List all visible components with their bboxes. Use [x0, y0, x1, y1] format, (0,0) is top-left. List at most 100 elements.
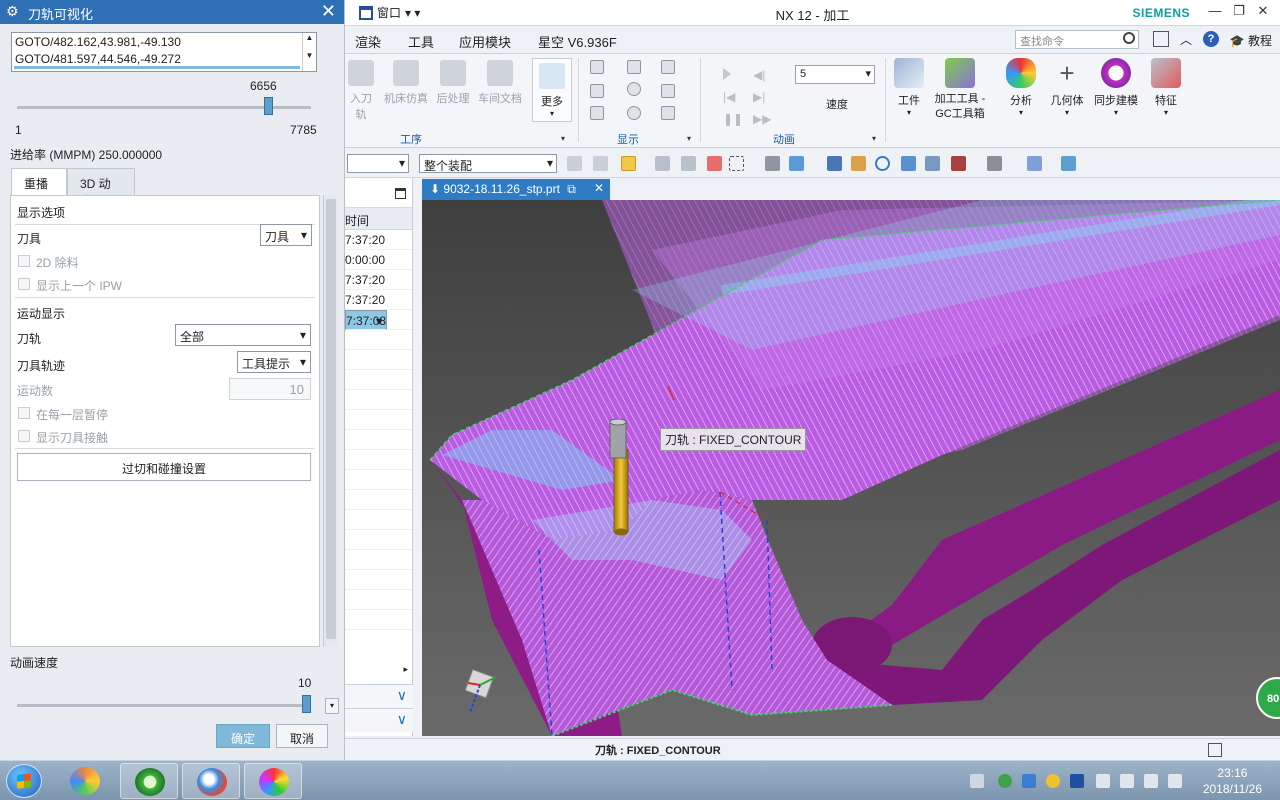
start-button[interactable] — [6, 764, 42, 798]
cube-icon[interactable] — [1027, 156, 1042, 171]
graphics-viewport[interactable]: 80 刀轨 : FIXED_CONTOUR — [422, 200, 1280, 736]
minimize-button[interactable]: — — [1204, 3, 1226, 21]
line-icon[interactable] — [661, 106, 675, 120]
tool-display-select[interactable]: 刀具 — [260, 224, 312, 246]
taskbar-app-paint[interactable] — [244, 763, 302, 799]
menu-tools[interactable]: 工具 — [408, 32, 434, 51]
path-display-select[interactable]: 全部 — [175, 324, 311, 346]
command-search-input[interactable]: 查找命令 — [1015, 30, 1139, 49]
playback-slider-thumb[interactable] — [264, 97, 274, 115]
chevron-down-icon[interactable]: ▾ — [325, 698, 339, 714]
list-scrollbar[interactable]: ▲ ▼ — [302, 33, 316, 71]
window-layout-icon[interactable] — [1153, 31, 1169, 47]
ok-button[interactable]: 确定 — [216, 724, 270, 748]
accordion-panel-1[interactable]: ∨ — [345, 684, 413, 708]
checkbox-2d-removal[interactable] — [18, 255, 30, 267]
type-filter-select[interactable] — [347, 154, 409, 173]
power-icon[interactable] — [1168, 774, 1182, 788]
point-icon[interactable] — [627, 106, 641, 120]
list-item[interactable]: GOTO/482.162,43.981,-49.130 — [12, 33, 316, 50]
rotate-icon[interactable] — [875, 156, 890, 171]
close-window-button[interactable]: ✕ — [1252, 3, 1274, 21]
snap-icon[interactable] — [707, 156, 722, 171]
accordion-panel-2[interactable]: ∨ — [345, 708, 413, 732]
machine-sim-button[interactable]: 机床仿真 — [381, 60, 431, 106]
volume-icon[interactable] — [1144, 774, 1158, 788]
checkbox-show-contact[interactable] — [18, 430, 30, 442]
tray-app-icon[interactable] — [998, 774, 1012, 788]
workpiece-button[interactable]: 工件 ▾ — [891, 58, 927, 117]
column-time-header[interactable]: 时间 — [345, 208, 412, 230]
feature-button[interactable]: 特征 ▾ — [1146, 58, 1186, 117]
selection-icon[interactable] — [593, 156, 608, 171]
analysis-button[interactable]: 分析 ▾ — [1001, 58, 1041, 117]
pause-icon[interactable]: ❚❚ — [723, 112, 743, 126]
play-icon[interactable] — [723, 68, 731, 80]
snap-icon[interactable] — [681, 156, 696, 171]
taskbar-app-ie[interactable] — [120, 763, 178, 799]
tool-trace-select[interactable]: 工具提示 — [237, 351, 311, 373]
scroll-right-icon[interactable]: ▸ — [403, 664, 408, 675]
maximize-icon[interactable] — [395, 188, 406, 199]
display-icon[interactable] — [661, 60, 675, 74]
table-row-selected[interactable]: 7:37:08 — [345, 310, 388, 330]
cancel-button[interactable]: 取消 — [276, 724, 328, 748]
gear-icon[interactable]: ⚙ — [6, 3, 19, 20]
menu-render[interactable]: 渲染 — [355, 32, 381, 51]
bluetooth-icon[interactable] — [1070, 774, 1084, 788]
curve-icon[interactable] — [627, 82, 641, 96]
sync-modeling-button[interactable]: 同步建模 ▾ — [1090, 58, 1142, 117]
keyboard-icon[interactable] — [970, 774, 984, 788]
checkbox-pause-each-layer[interactable] — [18, 407, 30, 419]
tab-replay[interactable]: 重播 — [11, 168, 67, 196]
filter-icon[interactable] — [661, 84, 675, 98]
cube-icon[interactable] — [789, 156, 804, 171]
window-icon[interactable] — [1208, 743, 1222, 757]
checkbox-prev-ipw[interactable] — [18, 278, 30, 290]
shield-icon[interactable] — [1022, 774, 1036, 788]
panel-scrollbar[interactable] — [323, 195, 337, 647]
network-icon[interactable] — [1120, 774, 1134, 788]
view-icon[interactable] — [827, 156, 842, 171]
anim-speed-thumb[interactable] — [302, 695, 311, 713]
goto-listing[interactable]: GOTO/482.162,43.981,-49.130 GOTO/481.597… — [11, 32, 317, 72]
geometry-button[interactable]: + 几何体 ▾ — [1045, 58, 1089, 117]
assembly-scope-select[interactable]: 整个装配 — [419, 154, 557, 173]
postprocess-button[interactable]: 后处理 — [433, 60, 473, 106]
animation-speed-select[interactable]: 5 — [795, 65, 875, 84]
chevron-down-icon[interactable]: ▾ — [687, 134, 691, 143]
gouge-collision-settings-button[interactable]: 过切和碰撞设置 — [17, 453, 311, 481]
step-back-icon[interactable]: ◀| — [753, 68, 765, 82]
table-row[interactable]: 7:37:20 — [345, 270, 412, 290]
system-clock[interactable]: 23:16 2018/11/26 — [1203, 765, 1262, 797]
tutorial-button[interactable]: 🎓 教程 — [1230, 32, 1272, 49]
rewind-icon[interactable]: |◀ — [723, 90, 735, 104]
search-icon[interactable] — [1123, 32, 1135, 44]
display-icon[interactable] — [627, 60, 641, 74]
snap-icon[interactable] — [621, 156, 636, 171]
shading-icon[interactable] — [765, 156, 780, 171]
close-icon[interactable]: ✕ — [594, 181, 604, 195]
display-icon[interactable] — [590, 106, 604, 120]
display-icon[interactable] — [590, 84, 604, 98]
chevron-down-icon[interactable]: ▾ — [872, 134, 876, 143]
selection-icon[interactable] — [567, 156, 582, 171]
snap-icon[interactable] — [655, 156, 670, 171]
pan-icon[interactable] — [901, 156, 916, 171]
more-button[interactable]: 更多 ▾ — [532, 58, 572, 122]
taskbar-app-nx[interactable] — [182, 763, 240, 799]
table-row[interactable]: 7:37:20 — [345, 230, 412, 250]
layout-icon[interactable] — [951, 156, 966, 171]
part-tab[interactable]: ⬇ 9032-18.11.26_stp.prt ⧉ ✕ — [422, 179, 610, 200]
device-icon[interactable] — [1096, 774, 1110, 788]
tray-app-icon[interactable] — [1046, 774, 1060, 788]
box-select-icon[interactable] — [729, 156, 744, 171]
list-item[interactable]: GOTO/481.597,44.546,-49.272 — [12, 50, 316, 67]
taskbar-app-1[interactable] — [56, 763, 114, 799]
menu-applications[interactable]: 应用模块 — [459, 32, 511, 51]
section-icon[interactable] — [1061, 156, 1076, 171]
chevron-up-icon[interactable]: ︿ — [1178, 31, 1194, 47]
table-row[interactable]: 0:00:00 — [345, 250, 412, 270]
fast-forward-icon[interactable]: ▶▶ — [753, 112, 771, 126]
display-icon[interactable] — [590, 60, 604, 74]
